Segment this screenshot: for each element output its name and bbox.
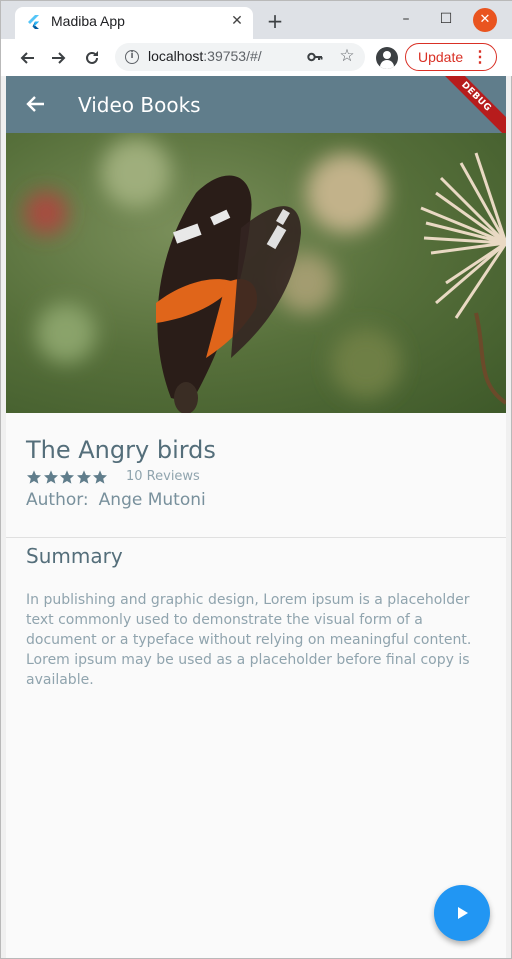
browser-window: Madiba App ✕ + – ☐ ✕ i localhost:39753/#… [0, 0, 512, 959]
flutter-icon [28, 15, 39, 29]
update-button[interactable]: Update ⋮ [405, 43, 497, 71]
star-icon [93, 470, 107, 484]
address-bar[interactable]: i localhost:39753/#/ [115, 43, 365, 71]
close-icon[interactable]: ✕ [229, 13, 245, 29]
profile-avatar-icon[interactable] [376, 47, 398, 69]
star-rating [26, 469, 109, 485]
window-close-icon[interactable]: ✕ [473, 8, 497, 32]
minimize-icon[interactable]: – [394, 9, 418, 31]
forward-icon[interactable] [47, 46, 71, 70]
author-line: Author: Ange Mutoni [26, 490, 206, 510]
reload-icon[interactable] [80, 46, 104, 70]
debug-banner: DEBUG [431, 76, 506, 142]
plus-icon[interactable]: + [263, 10, 287, 34]
page-title: Video Books [78, 93, 201, 117]
tab-strip: Madiba App ✕ + – ☐ ✕ [1, 1, 512, 39]
author-name: Ange Mutoni [98, 490, 206, 510]
star-icon [60, 470, 74, 484]
update-label: Update [418, 49, 464, 65]
url-host: localhost [148, 48, 204, 64]
summary-text: In publishing and graphic design, Lorem … [26, 592, 472, 688]
back-icon[interactable] [15, 46, 39, 70]
url-text: localhost:39753/#/ [148, 48, 262, 64]
author-label: Author: [26, 490, 89, 510]
bookmark-star-icon[interactable]: ☆ [337, 46, 357, 66]
maximize-icon[interactable]: ☐ [434, 9, 458, 31]
play-button[interactable] [434, 885, 490, 941]
review-count: 10 Reviews [126, 469, 200, 484]
star-icon [43, 470, 58, 484]
book-title: The Angry birds [26, 436, 216, 464]
tab-title: Madiba App [51, 13, 125, 29]
app-viewport: Video Books DEBUG The Angry birds 10 Rev… [6, 76, 506, 958]
browser-toolbar: i localhost:39753/#/ ☆ Update ⋮ [1, 39, 512, 76]
key-icon[interactable] [307, 49, 323, 65]
divider [6, 537, 506, 538]
star-icon [76, 470, 91, 484]
url-path: :39753/#/ [203, 48, 262, 64]
back-arrow-icon[interactable] [24, 93, 46, 115]
app-bar: Video Books DEBUG [6, 76, 506, 142]
browser-tab[interactable]: Madiba App ✕ [15, 7, 253, 39]
summary-heading: Summary [26, 544, 123, 568]
info-icon[interactable]: i [125, 50, 139, 64]
more-menu-icon[interactable]: ⋮ [472, 47, 488, 67]
play-icon [458, 907, 468, 919]
star-icon [27, 470, 41, 484]
cover-image [6, 133, 506, 413]
